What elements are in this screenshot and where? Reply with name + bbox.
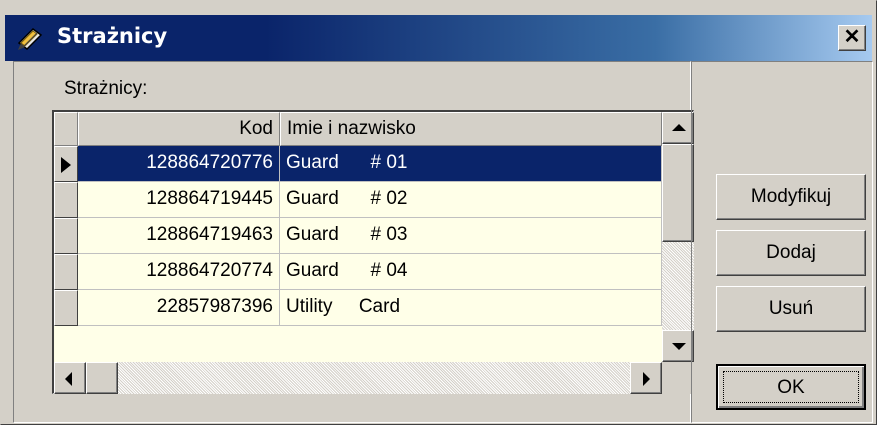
cell-name[interactable]: Guard # 04	[280, 254, 662, 290]
guards-panel: Strażnicy: Kod Imie i nazwisko 128864720…	[13, 61, 694, 423]
scroll-up-button[interactable]	[662, 112, 694, 144]
ok-button[interactable]: OK	[716, 364, 866, 410]
row-indicator[interactable]	[54, 146, 78, 182]
close-button[interactable]: ✕	[838, 25, 866, 51]
header-indicator-cell	[54, 112, 78, 146]
scroll-left-button[interactable]	[54, 362, 86, 394]
cell-code[interactable]: 22857987396	[78, 290, 280, 326]
close-icon: ✕	[843, 26, 861, 48]
dialog-body: Strażnicy: Kod Imie i nazwisko 128864720…	[7, 61, 873, 423]
table-row[interactable]: 128864720776 Guard # 01	[54, 146, 662, 182]
row-indicator[interactable]	[54, 254, 78, 290]
title-bar[interactable]: Strażnicy ✕	[5, 15, 872, 61]
guards-grid[interactable]: Kod Imie i nazwisko 128864720776 Guard #…	[52, 110, 694, 394]
row-indicator[interactable]	[54, 218, 78, 254]
cell-name[interactable]: Guard # 03	[280, 218, 662, 254]
delete-button[interactable]: Usuń	[716, 286, 866, 332]
current-row-arrow-icon	[61, 157, 71, 173]
notebook-pencil-icon	[17, 28, 43, 50]
cell-name[interactable]: Utility Card	[280, 290, 662, 326]
vertical-scrollbar[interactable]	[662, 112, 694, 362]
window-title: Strażnicy	[57, 24, 168, 48]
add-button[interactable]: Dodaj	[716, 230, 866, 276]
horizontal-scroll-thumb[interactable]	[86, 362, 118, 394]
dialog-window: Strażnicy ✕ Strażnicy: Kod Imie i nazwis…	[0, 0, 877, 425]
cell-code[interactable]: 128864719463	[78, 218, 280, 254]
guards-list-label: Strażnicy:	[64, 78, 148, 99]
focus-rectangle	[723, 371, 859, 403]
scrollbar-corner	[662, 362, 694, 394]
actions-panel: Modyfikuj Dodaj Usuń OK	[691, 61, 873, 423]
arrow-down-icon	[672, 343, 686, 350]
arrow-left-icon	[65, 372, 72, 386]
table-row[interactable]: 128864719463 Guard # 03	[54, 218, 662, 254]
cell-code[interactable]: 128864720774	[78, 254, 280, 290]
cell-name[interactable]: Guard # 01	[280, 146, 662, 182]
cell-name[interactable]: Guard # 02	[280, 182, 662, 218]
arrow-right-icon	[643, 372, 650, 386]
table-row[interactable]: 128864720774 Guard # 04	[54, 254, 662, 290]
scroll-right-button[interactable]	[630, 362, 662, 394]
table-row[interactable]: 128864719445 Guard # 02	[54, 182, 662, 218]
table-row[interactable]: 22857987396 Utility Card	[54, 290, 662, 326]
row-indicator[interactable]	[54, 290, 78, 326]
column-header-name[interactable]: Imie i nazwisko	[280, 112, 662, 146]
cell-code[interactable]: 128864720776	[78, 146, 280, 182]
row-indicator[interactable]	[54, 182, 78, 218]
column-header-code[interactable]: Kod	[78, 112, 280, 146]
grid-header: Kod Imie i nazwisko	[54, 112, 662, 146]
cell-code[interactable]: 128864719445	[78, 182, 280, 218]
horizontal-scrollbar[interactable]	[54, 362, 662, 394]
vertical-scroll-thumb[interactable]	[662, 144, 694, 242]
modify-button[interactable]: Modyfikuj	[716, 174, 866, 220]
arrow-up-icon	[672, 124, 686, 131]
scroll-down-button[interactable]	[662, 330, 694, 362]
